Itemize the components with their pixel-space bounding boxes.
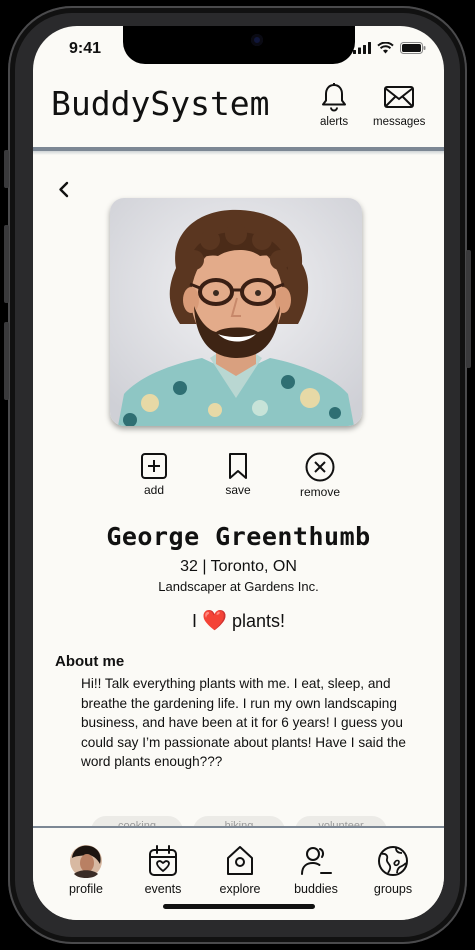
- nav-profile[interactable]: profile: [50, 844, 122, 896]
- power-button: [466, 250, 471, 368]
- add-button[interactable]: add: [119, 452, 189, 497]
- about-text: Hi!! Talk everything plants with me. I e…: [81, 676, 406, 770]
- app-title: BuddySystem: [51, 84, 270, 123]
- profile-name: George Greenthumb: [106, 522, 371, 551]
- mute-switch: [4, 150, 9, 188]
- remove-label: remove: [299, 485, 340, 499]
- nav-buddies-label: buddies: [294, 882, 338, 896]
- home-icon: [227, 846, 253, 875]
- plus-square-icon: [141, 453, 167, 479]
- save-label: save: [225, 483, 251, 497]
- status-time: 9:41: [69, 40, 102, 57]
- app-header: BuddySystem alerts messages: [33, 76, 444, 146]
- heart-icon: ❤️: [202, 610, 227, 632]
- about-title: About me: [55, 653, 125, 670]
- volume-down-button: [4, 322, 9, 400]
- nav-events[interactable]: events: [127, 844, 199, 896]
- calendar-heart-icon: [149, 845, 177, 876]
- wifi-icon: [377, 42, 394, 54]
- nav-buddies[interactable]: buddies: [280, 844, 352, 896]
- signal-icon: [353, 42, 371, 54]
- nav-explore[interactable]: explore: [204, 844, 276, 896]
- camera-icon: [251, 34, 263, 46]
- add-label: add: [143, 483, 165, 497]
- profile-job: Landscaper at Gardens Inc.: [158, 579, 319, 594]
- profile-age-location: 32 | Toronto, ON: [180, 558, 297, 575]
- user-minus-icon: [301, 847, 332, 875]
- save-button[interactable]: save: [203, 452, 273, 497]
- back-button[interactable]: [53, 178, 77, 202]
- messages-label: messages: [373, 116, 426, 128]
- nav-profile-label: profile: [68, 882, 104, 896]
- globe-icon: [378, 846, 408, 876]
- chevron-left-icon: [59, 181, 69, 198]
- alerts-button[interactable]: alerts: [320, 82, 348, 128]
- status-icons: [353, 42, 426, 54]
- tagline-prefix: I: [192, 611, 198, 631]
- home-indicator[interactable]: [163, 904, 315, 909]
- notch: [123, 26, 355, 64]
- profile-photo: [110, 198, 362, 426]
- nav-explore-label: explore: [219, 882, 261, 896]
- profile-actions: add save remove: [33, 452, 444, 502]
- messages-button[interactable]: messages: [373, 82, 425, 128]
- remove-button[interactable]: remove: [285, 452, 355, 499]
- bookmark-icon: [229, 453, 247, 479]
- status-bar: 9:41: [33, 26, 444, 76]
- bell-icon: [322, 83, 347, 112]
- battery-icon: [400, 42, 426, 54]
- envelope-icon: [384, 86, 415, 108]
- avatar: [70, 845, 102, 878]
- volume-up-button: [4, 225, 9, 303]
- profile-tagline: I ❤️ plants!: [33, 608, 444, 633]
- tagline-suffix: plants!: [231, 611, 285, 631]
- header-shadow: [33, 151, 444, 155]
- nav-groups-label: groups: [373, 882, 413, 896]
- alerts-label: alerts: [320, 116, 349, 128]
- screen: 9:41 BuddySystem alerts messages add sav…: [33, 26, 444, 920]
- nav-groups[interactable]: groups: [357, 844, 429, 896]
- x-circle-icon: [305, 452, 335, 482]
- nav-events-label: events: [144, 882, 182, 896]
